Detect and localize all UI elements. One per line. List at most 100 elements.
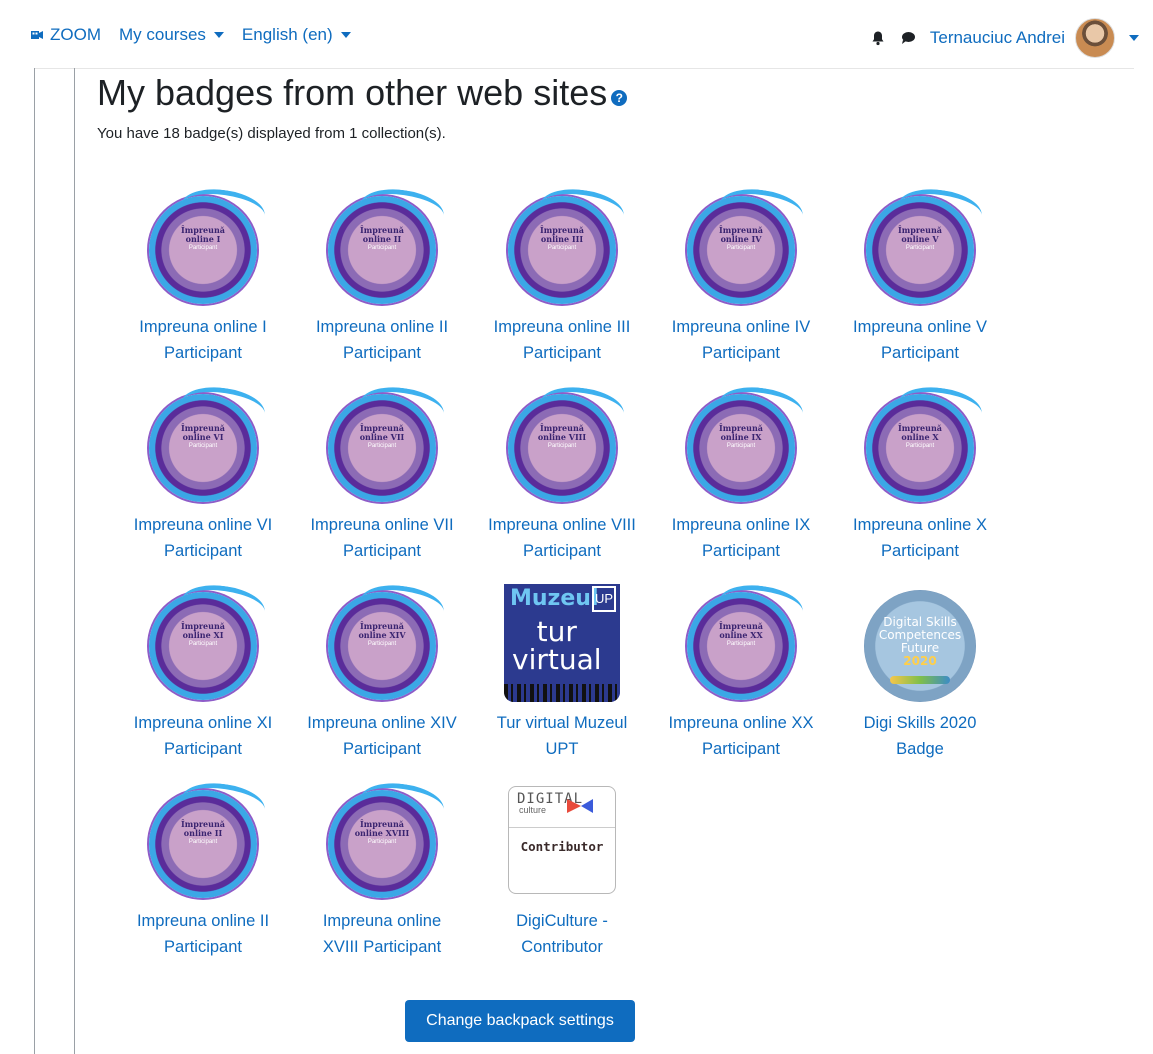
- skyline-graphic: [504, 684, 620, 702]
- badge-image[interactable]: Împreună online XI Participant: [141, 580, 268, 708]
- contributor-text: Contributor: [520, 839, 604, 854]
- badge-item[interactable]: Împreună online III Participant Impreuna on…: [477, 184, 647, 366]
- badge-name-link[interactable]: Impreuna online II Participant: [118, 908, 288, 960]
- badge-item[interactable]: Împreună online XI Participant Impreuna onl…: [118, 580, 288, 762]
- user-menu-chevron-icon[interactable]: [1129, 35, 1139, 41]
- badge-inner-text: Împreună online II Participant: [350, 226, 414, 266]
- nav-left: ZOOM My courses English (en): [30, 25, 369, 45]
- badge-name-link[interactable]: Impreuna online IX Participant: [656, 512, 826, 564]
- badge-item[interactable]: Împreună online IV Participant Impreuna onl…: [656, 184, 826, 366]
- badge-name-line2: Participant: [881, 542, 959, 560]
- badge-name-link[interactable]: Impreuna online I Participant: [118, 314, 288, 366]
- badge-image[interactable]: Digital Skills Competences Future 2020: [858, 584, 982, 708]
- badge-image[interactable]: Împreună online VII Participant: [320, 382, 447, 510]
- chevron-down-icon: [340, 32, 351, 38]
- badge-image[interactable]: Împreună online I Participant: [141, 184, 268, 312]
- badge-item[interactable]: Împreună online V Participant Impreuna onli…: [835, 184, 1005, 366]
- bell-icon[interactable]: [870, 30, 886, 46]
- badge-inner-text: Împreună online II Participant: [171, 820, 235, 860]
- language-menu[interactable]: English (en): [242, 25, 351, 45]
- badge-name-line2: Participant: [343, 740, 421, 758]
- badge-image[interactable]: Împreună online XVIII Participant: [320, 778, 447, 906]
- badge-item[interactable]: Muzeul UP tur virtual Tur virtual Muzeul UPT: [477, 584, 647, 762]
- badge-name-link[interactable]: Impreuna online II Participant: [297, 314, 467, 366]
- badge-name-line2: Participant: [523, 344, 601, 362]
- badge-name-link[interactable]: DigiCulture - Contributor: [477, 908, 647, 960]
- badge-name-link[interactable]: Impreuna online IV Participant: [656, 314, 826, 366]
- badge-image[interactable]: Împreună online II Participant: [141, 778, 268, 906]
- badge-inner-text: Împreună online XX Participant: [709, 622, 773, 662]
- zoom-link[interactable]: ZOOM: [30, 25, 101, 45]
- badge-image[interactable]: DIGITAL culture Contributor: [500, 782, 624, 906]
- badge-item[interactable]: Digital Skills Competences Future 2020 Digi …: [835, 584, 1005, 762]
- badge-inner-text: Împreună online I Participant: [171, 226, 235, 266]
- badge-image[interactable]: Împreună online IX Participant: [679, 382, 806, 510]
- badge-name-line1: DigiCulture -: [516, 912, 608, 930]
- badge-online-text: online XIV: [358, 630, 406, 640]
- my-courses-menu[interactable]: My courses: [119, 25, 224, 45]
- badge-image[interactable]: Împreună online VI Participant: [141, 382, 268, 510]
- change-backpack-settings-button[interactable]: Change backpack settings: [405, 1000, 635, 1042]
- badge-image[interactable]: Împreună online IV Participant: [679, 184, 806, 312]
- badge-online-text: online XVIII: [354, 828, 410, 838]
- badge-name-line1: Impreuna online X: [853, 516, 987, 534]
- badge-name-line2: Participant: [523, 542, 601, 560]
- badge-item[interactable]: Împreună online II Participant Impreuna onl…: [297, 184, 467, 366]
- help-icon[interactable]: ?: [611, 90, 628, 106]
- badge-name-link[interactable]: Impreuna online XIV Participant: [297, 710, 467, 762]
- badge-image[interactable]: Împreună online VIII Participant: [500, 382, 627, 510]
- badge-name-link[interactable]: Tur virtual Muzeul UPT: [477, 710, 647, 762]
- badge-online-text: online XX: [719, 630, 763, 640]
- badge-name-link[interactable]: Impreuna online VII Participant: [297, 512, 467, 564]
- zoom-label: ZOOM: [50, 25, 101, 44]
- badge-item[interactable]: Împreună online II Participant Impreuna onl…: [118, 778, 288, 960]
- language-label: English (en): [241, 25, 333, 44]
- badge-participant-text: Participant: [726, 443, 756, 449]
- badge-name-line1: Impreuna online IV: [671, 318, 811, 336]
- badge-name-link[interactable]: Digi Skills 2020 Badge: [835, 710, 1005, 762]
- user-menu-name[interactable]: Ternauciuc Andrei: [930, 28, 1065, 48]
- badge-item[interactable]: Împreună online XVIII Participant Impreuna …: [297, 778, 467, 960]
- up-text: UP: [592, 586, 616, 612]
- badge-name-line1: Impreuna online II: [136, 912, 270, 930]
- badge-name-link[interactable]: Impreuna online III Participant: [477, 314, 647, 366]
- top-navbar: ZOOM My courses English (en) Ternauciuc …: [0, 0, 1153, 70]
- badge-summary: You have 18 badge(s) displayed from 1 co…: [97, 125, 446, 142]
- badge-image[interactable]: Împreună online II Participant: [320, 184, 447, 312]
- chat-bubble-icon[interactable]: [900, 30, 916, 46]
- badge-item[interactable]: Împreună online XIV Participant Impreuna on…: [297, 580, 467, 762]
- badge-name-link[interactable]: Impreuna online VIII Participant: [477, 512, 647, 564]
- badge-image[interactable]: Împreună online X Participant: [858, 382, 985, 510]
- badge-item[interactable]: Împreună online VI Participant Impreuna onl…: [118, 382, 288, 564]
- badge-item[interactable]: Împreună online X Participant Impreuna onli…: [835, 382, 1005, 564]
- badge-inner-text: Împreună online XVIII Participant: [350, 820, 414, 860]
- badge-name-link[interactable]: Impreuna online X Participant: [835, 512, 1005, 564]
- avatar[interactable]: [1075, 18, 1115, 58]
- badge-online-text: online IV: [720, 234, 762, 244]
- badge-item[interactable]: Împreună online XX Participant Impreuna onl…: [656, 580, 826, 762]
- badge-item[interactable]: DIGITAL culture Contributor DigiCulture - Co…: [477, 782, 647, 960]
- badge-name-link[interactable]: Impreuna online XX Participant: [656, 710, 826, 762]
- badge-name-line1: Impreuna online III: [493, 318, 631, 336]
- badge-item[interactable]: Împreună online VII Participant Impreuna on…: [297, 382, 467, 564]
- badge-online-text: online VII: [359, 432, 405, 442]
- badge-name-link[interactable]: Impreuna online V Participant: [835, 314, 1005, 366]
- page-frame-divider: [74, 68, 75, 1054]
- badge-online-text: online VIII: [537, 432, 587, 442]
- badge-image[interactable]: Împreună online III Participant: [500, 184, 627, 312]
- badge-name-link[interactable]: Impreuna online VI Participant: [118, 512, 288, 564]
- badge-name-line1: Impreuna online XX: [668, 714, 814, 732]
- badge-participant-text: Participant: [367, 245, 397, 251]
- badge-name-line2: Participant: [164, 542, 242, 560]
- badge-item[interactable]: Împreună online IX Participant Impreuna onl…: [656, 382, 826, 564]
- badge-name-link[interactable]: Impreuna online XI Participant: [118, 710, 288, 762]
- badge-item[interactable]: Împreună online VIII Participant Impreuna o…: [477, 382, 647, 564]
- badge-name-line1: Impreuna online IX: [671, 516, 811, 534]
- badge-image[interactable]: Împreună online XX Participant: [679, 580, 806, 708]
- badge-image[interactable]: Muzeul UP tur virtual: [500, 584, 624, 708]
- badge-image[interactable]: Împreună online XIV Participant: [320, 580, 447, 708]
- badge-image[interactable]: Împreună online V Participant: [858, 184, 985, 312]
- badge-inner-text: Împreună online VI Participant: [171, 424, 235, 464]
- badge-name-link[interactable]: Impreuna online XVIII Participant: [297, 908, 467, 960]
- badge-item[interactable]: Împreună online I Participant Impreuna onli…: [118, 184, 288, 366]
